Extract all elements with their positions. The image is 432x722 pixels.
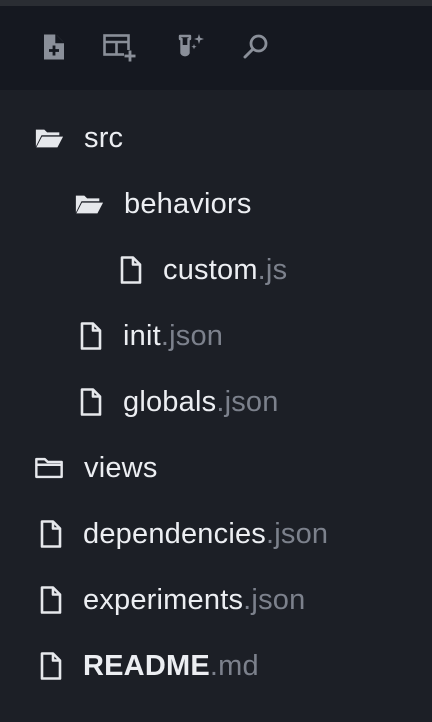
file-icon <box>76 321 106 351</box>
tree-item-label: README.md <box>83 650 259 682</box>
tree-item-label: custom.js <box>163 254 288 286</box>
grid-plus-icon <box>102 32 138 62</box>
tree-item-custom-js[interactable]: custom.js <box>0 237 432 303</box>
experiments-button[interactable] <box>176 30 208 64</box>
file-icon <box>76 387 106 417</box>
flask-sparkle-icon <box>175 32 209 62</box>
tree-item-views[interactable]: views <box>0 435 432 501</box>
folder-open-icon <box>74 189 104 219</box>
tree-item-dependencies-json[interactable]: dependencies.json <box>0 501 432 567</box>
tree-item-label: experiments.json <box>83 584 306 616</box>
tree-item-globals-json[interactable]: globals.json <box>0 369 432 435</box>
tree-item-label: globals.json <box>123 386 279 418</box>
folder-open-icon <box>34 123 64 153</box>
tree-item-label: src <box>84 122 124 154</box>
tree-item-init-json[interactable]: init.json <box>0 303 432 369</box>
tree-item-behaviors[interactable]: behaviors <box>0 171 432 237</box>
file-plus-icon <box>41 33 67 61</box>
explorer-toolbar <box>0 6 432 90</box>
search-icon <box>241 32 271 62</box>
new-component-button[interactable] <box>100 30 140 64</box>
tree-item-readme-md[interactable]: README.md <box>0 633 432 699</box>
folder-icon <box>34 453 64 483</box>
tree-item-src[interactable]: src <box>0 105 432 171</box>
tree-item-label: init.json <box>123 320 224 352</box>
tree-item-label: dependencies.json <box>83 518 329 550</box>
tree-item-experiments-json[interactable]: experiments.json <box>0 567 432 633</box>
tree-item-label: views <box>84 452 158 484</box>
file-icon <box>36 519 66 549</box>
file-icon <box>36 651 66 681</box>
new-file-button[interactable] <box>38 30 70 64</box>
search-button[interactable] <box>240 30 272 64</box>
file-explorer-panel: src behaviors custom.js init.json global… <box>0 0 432 722</box>
tree-item-label: behaviors <box>124 188 252 220</box>
file-icon <box>116 255 146 285</box>
file-icon <box>36 585 66 615</box>
